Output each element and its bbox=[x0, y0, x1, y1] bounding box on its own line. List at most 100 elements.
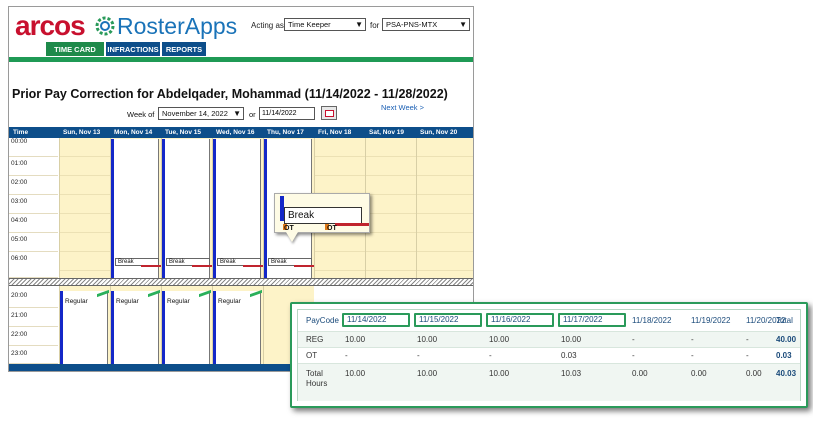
table-cell: - bbox=[489, 351, 492, 360]
time-label: 22:00 bbox=[9, 327, 58, 346]
regular-label: Regular bbox=[167, 298, 190, 305]
table-cell: - bbox=[632, 335, 635, 344]
calendar-icon bbox=[325, 110, 334, 117]
table-cell: 0.00 bbox=[632, 369, 648, 378]
break-segment[interactable]: Break bbox=[268, 258, 314, 267]
time-label: 06:00 bbox=[9, 252, 58, 278]
regular-label: Regular bbox=[65, 298, 88, 305]
time-label: 21:00 bbox=[9, 308, 58, 327]
day-column[interactable] bbox=[416, 138, 473, 278]
page-title: Prior Pay Correction for Abdelqader, Moh… bbox=[12, 87, 448, 101]
col-header-date-highlighted: 11/16/2022 bbox=[486, 313, 554, 327]
tab-time-card[interactable]: TIME CARD bbox=[45, 41, 105, 57]
table-cell-total: 0.03 bbox=[776, 351, 792, 360]
time-label: 23:00 bbox=[9, 346, 58, 364]
day-column[interactable] bbox=[59, 138, 110, 278]
nav-divider bbox=[9, 57, 473, 62]
role-select[interactable]: Time Keeper ▼ bbox=[284, 18, 366, 31]
time-label: 04:00 bbox=[9, 214, 58, 233]
time-label: 20:00 bbox=[9, 286, 58, 308]
org-select[interactable]: PSA-PNS-MTX ▼ bbox=[382, 18, 470, 31]
table-cell: 10.00 bbox=[417, 335, 438, 344]
table-cell: 10.03 bbox=[561, 369, 582, 378]
table-cell: 0.03 bbox=[561, 351, 577, 360]
col-header-date-highlighted: 11/17/2022 bbox=[558, 313, 626, 327]
row-label: REG bbox=[306, 335, 324, 344]
tab-reports[interactable]: REPORTS bbox=[161, 41, 207, 57]
table-cell: - bbox=[746, 335, 749, 344]
table-cell: 10.00 bbox=[345, 335, 366, 344]
tab-infractions[interactable]: INFRACTIONS bbox=[105, 41, 161, 57]
table-header-row: PayCode 11/14/2022 11/15/2022 11/16/2022… bbox=[298, 310, 800, 332]
table-cell-total: 40.03 bbox=[776, 369, 797, 378]
table-cell: - bbox=[345, 351, 348, 360]
acting-as-label: Acting as bbox=[251, 21, 284, 30]
time-label: 03:00 bbox=[9, 195, 58, 214]
table-cell-total: 40.00 bbox=[776, 335, 797, 344]
ot-label: OT bbox=[284, 225, 294, 232]
chevron-down-icon: ▼ bbox=[355, 20, 363, 29]
week-of-label: Week of bbox=[127, 110, 155, 119]
calendar-button[interactable] bbox=[321, 106, 337, 120]
rosterapps-logo: RosterApps bbox=[117, 13, 238, 39]
gear-logo-icon bbox=[95, 16, 115, 36]
table-cell: 10.00 bbox=[417, 369, 438, 378]
callout-pointer bbox=[286, 232, 298, 242]
next-week-link[interactable]: Next Week > bbox=[381, 103, 424, 112]
table-cell: 10.00 bbox=[345, 369, 366, 378]
break-segment[interactable]: Break bbox=[166, 258, 212, 267]
col-header-day: Fri, Nov 18 bbox=[314, 127, 365, 138]
col-header-day: Tue, Nov 15 bbox=[161, 127, 212, 138]
col-header-day: Sun, Nov 13 bbox=[59, 127, 110, 138]
time-label: 05:00 bbox=[9, 233, 58, 252]
table-cell: - bbox=[417, 351, 420, 360]
col-header-date: 11/18/2022 bbox=[632, 316, 672, 325]
table-cell: 10.00 bbox=[489, 369, 510, 378]
col-header-day: Mon, Nov 14 bbox=[110, 127, 161, 138]
table-cell: 0.00 bbox=[746, 369, 762, 378]
table-row-total-hours: Total Hours 10.00 10.00 10.00 10.03 0.00… bbox=[298, 364, 800, 401]
break-segment[interactable]: Break bbox=[217, 258, 263, 267]
time-label: 02:00 bbox=[9, 176, 58, 195]
row-label: Total Hours bbox=[306, 369, 328, 388]
col-header-paycode: PayCode bbox=[306, 316, 339, 325]
ot-label: OT bbox=[327, 225, 337, 232]
for-label: for bbox=[370, 21, 380, 30]
break-zoom-callout: Break OT OT bbox=[274, 193, 370, 233]
regular-label: Regular bbox=[116, 298, 139, 305]
table-cell: 10.00 bbox=[561, 335, 582, 344]
chevron-down-icon: ▼ bbox=[233, 109, 241, 118]
col-header-day: Thu, Nov 17 bbox=[263, 127, 314, 138]
col-header-date-highlighted: 11/14/2022 bbox=[342, 313, 410, 327]
table-row-reg: REG 10.00 10.00 10.00 10.00 - - - 40.00 bbox=[298, 332, 800, 348]
col-header-day: Wed, Nov 16 bbox=[212, 127, 263, 138]
col-header-total: Total bbox=[776, 316, 793, 325]
time-gap-divider bbox=[9, 278, 473, 286]
col-header-day: Sun, Nov 20 bbox=[416, 127, 473, 138]
break-segment[interactable]: Break bbox=[115, 258, 161, 267]
arcos-logo: arcos bbox=[15, 10, 86, 41]
table-cell: - bbox=[691, 351, 694, 360]
week-select[interactable]: November 14, 2022 ▼ bbox=[158, 107, 244, 120]
break-zoom-label: Break bbox=[284, 207, 362, 224]
table-cell: 0.00 bbox=[691, 369, 707, 378]
col-header-day: Sat, Nov 19 bbox=[365, 127, 416, 138]
col-header-date: 11/19/2022 bbox=[691, 316, 731, 325]
or-label: or bbox=[249, 110, 256, 119]
row-label: OT bbox=[306, 351, 318, 360]
day-column[interactable] bbox=[365, 138, 416, 278]
time-label: 00:00 bbox=[9, 138, 58, 157]
table-cell: - bbox=[632, 351, 635, 360]
table-row-ot: OT - - - 0.03 - - - 0.03 bbox=[298, 348, 800, 364]
time-label: 01:00 bbox=[9, 157, 58, 176]
date-input[interactable]: 11/14/2022 bbox=[259, 107, 315, 120]
table-cell: - bbox=[746, 351, 749, 360]
regular-label: Regular bbox=[218, 298, 241, 305]
table-cell: - bbox=[691, 335, 694, 344]
col-header-time: Time bbox=[9, 127, 59, 138]
pay-totals-table: PayCode 11/14/2022 11/15/2022 11/16/2022… bbox=[297, 309, 801, 401]
pay-totals-panel: PayCode 11/14/2022 11/15/2022 11/16/2022… bbox=[290, 302, 808, 408]
chevron-down-icon: ▼ bbox=[459, 20, 467, 29]
table-cell: 10.00 bbox=[489, 335, 510, 344]
col-header-date-highlighted: 11/15/2022 bbox=[414, 313, 482, 327]
